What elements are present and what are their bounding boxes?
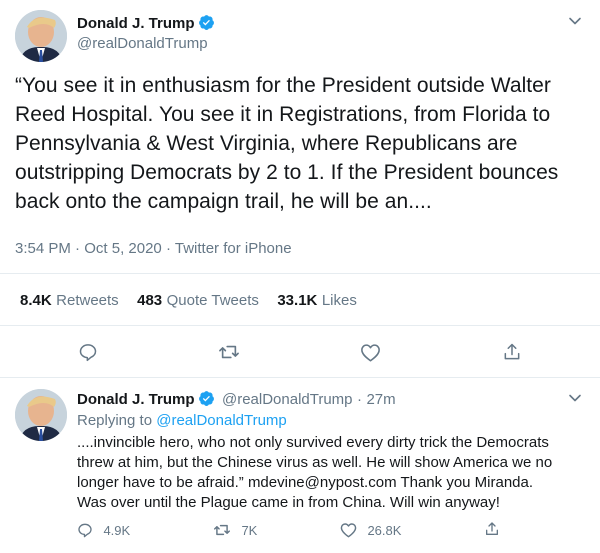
retweets-count: 8.4K — [20, 292, 52, 309]
likes-stat[interactable]: 33.1K Likes — [277, 292, 357, 309]
reply-text-line: ....invincible hero, who not only surviv… — [77, 434, 549, 451]
likes-count: 33.1K — [277, 292, 318, 309]
reply-text: ....invincible hero, who not only surviv… — [77, 433, 597, 513]
tweet-text-line: outstripping Democrats by 2 to 1. If the… — [15, 161, 559, 184]
replying-prefix: Replying to — [77, 412, 157, 429]
meta-separator: · — [356, 391, 362, 408]
quote-tweets-label: Quote Tweets — [166, 292, 259, 309]
reply-action-retweet[interactable]: 7K — [213, 522, 257, 540]
reply-author-name[interactable]: Donald J. Trump — [77, 391, 195, 408]
retweet-icon[interactable] — [218, 342, 240, 362]
retweets-stat[interactable]: 8.4K Retweets — [20, 292, 123, 309]
replying-handle-link[interactable]: @realDonaldTrump — [156, 412, 287, 429]
tweet-text-line: Pennsylvania & West Virginia, where Repu… — [15, 132, 518, 155]
reply-text-line: threw at him, but the Chinese virus as w… — [77, 454, 553, 471]
like-icon — [340, 522, 357, 538]
reply-icon[interactable] — [78, 342, 98, 362]
retweet-icon — [213, 522, 231, 538]
like-icon[interactable] — [360, 343, 381, 362]
author-name[interactable]: Donald J. Trump — [77, 15, 195, 32]
tweet-time[interactable]: 3:54 PM — [15, 240, 71, 257]
tweet-date[interactable]: Oct 5, 2020 — [84, 240, 162, 257]
meta-separator: · — [165, 240, 171, 257]
reply-icon — [77, 522, 93, 538]
reply-like-count: 26.8K — [367, 523, 402, 538]
reply-age[interactable]: 27m — [366, 391, 395, 408]
tweet-source[interactable]: Twitter for iPhone — [175, 240, 292, 257]
reply-action-like[interactable]: 26.8K — [340, 522, 401, 540]
share-icon[interactable] — [502, 342, 522, 362]
verified-icon — [198, 14, 215, 36]
author-avatar[interactable] — [15, 10, 67, 62]
tweet-text-line: back onto the campaign trail, he will be… — [15, 190, 432, 213]
chevron-down-icon[interactable] — [568, 391, 582, 410]
reply-author-avatar[interactable] — [15, 389, 67, 441]
reply-text-line: longer have to be afraid.” mdevine@nypos… — [77, 474, 534, 491]
quote-tweets-count: 483 — [137, 292, 163, 309]
verified-icon — [198, 390, 215, 412]
reply-count: 4.9K — [103, 523, 131, 538]
meta-separator: · — [75, 240, 81, 257]
replying-to: Replying to @realDonaldTrump — [77, 411, 287, 431]
reply-text-line: Was over until the Plague came in from C… — [77, 494, 500, 511]
tweet-text-line: “You see it in enthusiasm for the Presid… — [15, 74, 551, 97]
likes-label: Likes — [321, 292, 357, 309]
reply-header: Donald J. Trump @realDonaldTrump · 27m — [77, 390, 396, 412]
author-name-row: Donald J. Trump — [77, 14, 215, 36]
tweet-stats: 8.4K Retweets 483 Quote Tweets 33.1K Lik… — [20, 292, 357, 310]
share-icon[interactable] — [484, 521, 500, 537]
divider — [0, 325, 600, 326]
author-handle[interactable]: @realDonaldTrump — [77, 35, 208, 52]
reply-retweet-count: 7K — [241, 523, 258, 538]
tweet-text-line: Reed Hospital. You see it in Registratio… — [15, 103, 551, 126]
reply-action-reply[interactable]: 4.9K — [77, 522, 130, 540]
tweet-meta: 3:54 PM · Oct 5, 2020 · Twitter for iPho… — [15, 240, 292, 257]
chevron-down-icon[interactable] — [568, 14, 582, 33]
retweets-label: Retweets — [56, 292, 119, 309]
reply-author-handle[interactable]: @realDonaldTrump — [222, 391, 353, 408]
tweet-text: “You see it in enthusiasm for the Presid… — [15, 71, 595, 216]
divider — [0, 377, 600, 378]
divider — [0, 273, 600, 274]
quote-tweets-stat[interactable]: 483 Quote Tweets — [137, 292, 263, 309]
